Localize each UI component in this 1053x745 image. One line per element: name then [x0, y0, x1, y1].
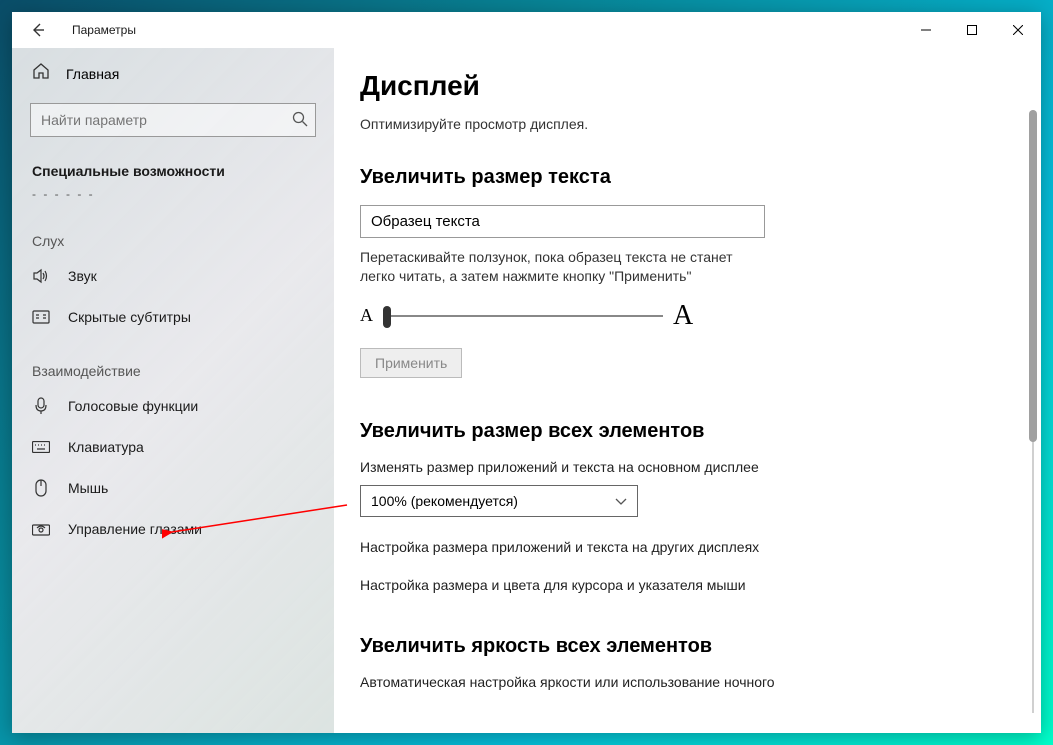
home-nav[interactable]: Главная [12, 54, 334, 95]
close-icon [1013, 25, 1023, 35]
scale-dropdown[interactable]: 100% (рекомендуется) [360, 485, 638, 517]
page-heading: Дисплей [360, 70, 976, 102]
microphone-icon [32, 397, 50, 415]
nav-label: Клавиатура [68, 439, 144, 455]
maximize-icon [967, 25, 977, 35]
group-interaction-label: Взаимодействие [12, 337, 334, 385]
sidebar-item-eye-control[interactable]: Управление глазами [12, 509, 334, 549]
sidebar-item-keyboard[interactable]: Клавиатура [12, 427, 334, 467]
search-input[interactable] [30, 103, 316, 137]
nav-label: Управление глазами [68, 521, 202, 537]
brightness-desc: Автоматическая настройка яркости или исп… [360, 674, 976, 690]
text-size-slider-row: A A [360, 300, 976, 332]
content-area: Главная Специальные возможности - - - - … [12, 48, 1041, 733]
scale-sublabel: Изменять размер приложений и текста на о… [360, 459, 976, 475]
slider-instructions: Перетаскивайте ползунок, пока образец те… [360, 248, 770, 286]
truncated-item: - - - - - - [12, 187, 334, 207]
captions-icon [32, 310, 50, 324]
scroll-thumb[interactable] [1029, 110, 1037, 442]
nav-label: Звук [68, 268, 97, 284]
nav-label: Голосовые функции [68, 398, 198, 414]
text-size-slider[interactable] [383, 304, 663, 328]
sidebar: Главная Специальные возможности - - - - … [12, 48, 334, 733]
brightness-heading: Увеличить яркость всех элементов [360, 635, 976, 658]
main-panel: Дисплей Оптимизируйте просмотр дисплея. … [334, 48, 1041, 733]
apply-button[interactable]: Применить [360, 348, 462, 378]
close-button[interactable] [995, 14, 1041, 46]
chevron-down-icon [615, 493, 627, 509]
other-displays-link[interactable]: Настройка размера приложений и текста на… [360, 539, 976, 555]
home-icon [32, 62, 50, 85]
page-description: Оптимизируйте просмотр дисплея. [360, 116, 976, 132]
minimize-button[interactable] [903, 14, 949, 46]
slider-thumb[interactable] [383, 306, 391, 328]
titlebar: Параметры [12, 12, 1041, 48]
text-size-heading: Увеличить размер текста [360, 166, 976, 189]
small-a-icon: A [360, 305, 373, 326]
keyboard-icon [32, 441, 50, 453]
minimize-icon [921, 25, 931, 35]
home-label: Главная [66, 66, 119, 82]
maximize-button[interactable] [949, 14, 995, 46]
window-controls [903, 14, 1041, 46]
group-hearing-label: Слух [12, 207, 334, 255]
settings-window: Параметры Главная Специальные возможност… [12, 12, 1041, 733]
eye-control-icon [32, 522, 50, 536]
search-container [30, 103, 316, 137]
scale-heading: Увеличить размер всех элементов [360, 420, 976, 443]
scale-value: 100% (рекомендуется) [371, 493, 518, 509]
sidebar-item-sound[interactable]: Звук [12, 255, 334, 297]
sidebar-item-mouse[interactable]: Мышь [12, 467, 334, 509]
sidebar-item-speech[interactable]: Голосовые функции [12, 385, 334, 427]
nav-label: Мышь [68, 480, 108, 496]
mouse-icon [32, 479, 50, 497]
category-title: Специальные возможности [12, 151, 334, 187]
back-arrow-icon [30, 22, 46, 38]
sidebar-item-captions[interactable]: Скрытые субтитры [12, 297, 334, 337]
back-button[interactable] [26, 22, 50, 38]
large-a-icon: A [673, 300, 693, 332]
sample-text-box: Образец текста [360, 205, 765, 238]
nav-label: Скрытые субтитры [68, 309, 191, 325]
slider-track [383, 315, 663, 317]
scrollbar[interactable] [1027, 110, 1039, 713]
window-title: Параметры [72, 23, 136, 37]
search-icon [292, 111, 308, 132]
speaker-icon [32, 267, 50, 285]
cursor-settings-link[interactable]: Настройка размера и цвета для курсора и … [360, 577, 976, 593]
